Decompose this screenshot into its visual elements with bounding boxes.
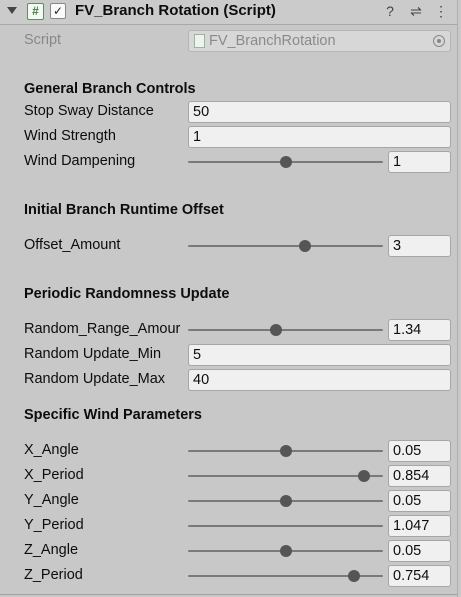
script-label: Script [24, 32, 62, 48]
slider-track [188, 245, 383, 247]
slider-thumb[interactable] [357, 470, 370, 482]
x-angle-slider[interactable] [188, 440, 383, 460]
random-update-min-value: 5 [193, 347, 202, 363]
slider-thumb[interactable] [347, 570, 360, 582]
wind-dampening-slider[interactable] [188, 151, 383, 171]
wind-dampening-field[interactable]: 1 [388, 151, 451, 173]
z-period-row: Z_Period 0.754 [0, 565, 457, 587]
x-period-value: 0.854 [393, 468, 430, 484]
y-period-label: Y_Period [24, 517, 84, 533]
y-period-value: 1.047 [393, 518, 430, 534]
help-icon[interactable]: ? [382, 2, 398, 20]
slider-track [188, 525, 383, 527]
divider [0, 594, 457, 595]
wind-dampening-label: Wind Dampening [24, 153, 136, 169]
random-update-max-row: Random Update_Max 40 [0, 369, 457, 391]
z-angle-value: 0.05 [393, 543, 422, 559]
slider-thumb[interactable] [299, 240, 311, 252]
y-period-slider[interactable] [188, 515, 383, 535]
wind-strength-field[interactable]: 1 [188, 126, 451, 148]
stop-sway-distance-row: Stop Sway Distance 50 [0, 101, 457, 123]
x-period-label: X_Period [24, 467, 84, 483]
y-angle-field[interactable]: 0.05 [388, 490, 451, 512]
random-range-value: 1.34 [393, 322, 422, 338]
script-row: Script FV_BranchRotation [0, 30, 457, 52]
preset-icon[interactable]: ⇌ [408, 2, 424, 20]
component-enabled-checkbox[interactable]: ✓ [50, 3, 66, 19]
wind-strength-value: 1 [193, 129, 202, 145]
random-range-label: Random_Range_Amour [24, 321, 181, 337]
z-period-label: Z_Period [24, 567, 83, 583]
slider-track [188, 475, 383, 477]
y-angle-value: 0.05 [393, 493, 422, 509]
component-header[interactable]: # ✓ FV_Branch Rotation (Script) ? ⇌ ⋮ [0, 0, 457, 25]
y-angle-row: Y_Angle 0.05 [0, 490, 457, 512]
x-angle-value: 0.05 [393, 443, 422, 459]
slider-thumb[interactable] [279, 445, 292, 457]
object-picker-icon[interactable] [433, 35, 445, 47]
offset-amount-field[interactable]: 3 [388, 235, 451, 257]
section-specific-wind-parameters: Specific Wind Parameters [24, 407, 202, 423]
slider-track [188, 329, 383, 331]
slider-thumb[interactable] [269, 324, 282, 336]
offset-amount-value: 3 [393, 238, 402, 254]
random-update-max-value: 40 [193, 372, 210, 388]
random-update-min-label: Random Update_Min [24, 346, 162, 362]
z-angle-field[interactable]: 0.05 [388, 540, 451, 562]
x-period-slider[interactable] [188, 465, 383, 485]
stop-sway-distance-field[interactable]: 50 [188, 101, 451, 123]
script-icon: # [27, 3, 44, 20]
random-update-max-field[interactable]: 40 [188, 369, 451, 391]
component-title: FV_Branch Rotation (Script) [75, 2, 276, 19]
inspector-panel: # ✓ FV_Branch Rotation (Script) ? ⇌ ⋮ Sc… [0, 0, 458, 597]
z-angle-row: Z_Angle 0.05 [0, 540, 457, 562]
y-angle-slider[interactable] [188, 490, 383, 510]
offset-amount-label: Offset_Amount [24, 237, 121, 253]
section-initial-branch-runtime-offset: Initial Branch Runtime Offset [24, 202, 224, 218]
z-angle-label: Z_Angle [24, 542, 79, 558]
z-angle-slider[interactable] [188, 540, 383, 560]
offset-amount-row: Offset_Amount 3 [0, 235, 457, 257]
z-period-slider[interactable] [188, 565, 383, 585]
random-update-min-field[interactable]: 5 [188, 344, 451, 366]
y-period-row: Y_Period 1.047 [0, 515, 457, 537]
stop-sway-distance-value: 50 [193, 104, 210, 120]
z-period-field[interactable]: 0.754 [388, 565, 451, 587]
section-periodic-randomness-update: Periodic Randomness Update [24, 286, 230, 302]
more-icon[interactable]: ⋮ [433, 2, 449, 20]
wind-strength-row: Wind Strength 1 [0, 126, 457, 148]
x-period-row: X_Period 0.854 [0, 465, 457, 487]
y-period-field[interactable]: 1.047 [388, 515, 451, 537]
random-range-field[interactable]: 1.34 [388, 319, 451, 341]
random-range-slider[interactable] [188, 319, 383, 339]
script-file-icon [194, 34, 205, 48]
y-angle-label: Y_Angle [24, 492, 79, 508]
offset-amount-slider[interactable] [188, 235, 383, 255]
random-update-min-row: Random Update_Min 5 [0, 344, 457, 366]
slider-thumb[interactable] [279, 156, 292, 168]
script-object-name: FV_BranchRotation [209, 33, 336, 49]
x-angle-field[interactable]: 0.05 [388, 440, 451, 462]
section-general-branch-controls: General Branch Controls [24, 81, 196, 97]
wind-dampening-value: 1 [393, 154, 402, 170]
foldout-arrow-icon[interactable] [7, 7, 17, 14]
x-period-field[interactable]: 0.854 [388, 465, 451, 487]
wind-strength-label: Wind Strength [24, 128, 116, 144]
random-range-row: Random_Range_Amour 1.34 [0, 319, 457, 341]
wind-dampening-row: Wind Dampening 1 [0, 151, 457, 173]
x-angle-label: X_Angle [24, 442, 79, 458]
x-angle-row: X_Angle 0.05 [0, 440, 457, 462]
slider-thumb[interactable] [279, 545, 292, 557]
z-period-value: 0.754 [393, 568, 430, 584]
slider-thumb[interactable] [279, 495, 292, 507]
stop-sway-distance-label: Stop Sway Distance [24, 103, 154, 119]
random-update-max-label: Random Update_Max [24, 371, 166, 387]
script-object-field[interactable]: FV_BranchRotation [188, 30, 451, 52]
